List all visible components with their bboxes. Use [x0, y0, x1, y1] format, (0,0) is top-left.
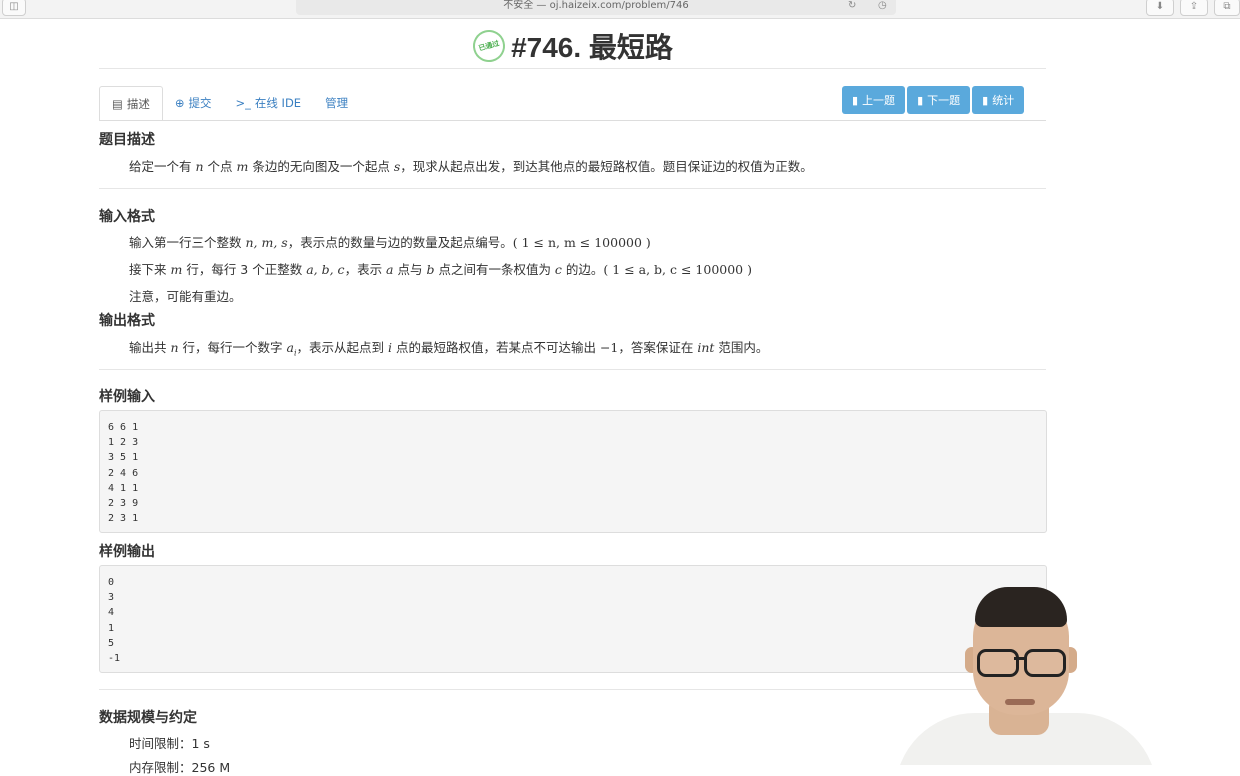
input-line-2: 接下来 m 行，每行 3 个正整数 a, b, c，表示 a 点与 b 点之间有… — [129, 262, 752, 277]
bar-chart-icon: ▮ — [917, 93, 924, 107]
problem-header: 已通过 #746. 最短路 — [0, 26, 1146, 66]
tab-manage[interactable]: 管理 — [313, 86, 360, 119]
presenter-mouth — [1005, 699, 1035, 705]
sidebar-toggle-button[interactable]: ◫ — [2, 0, 26, 16]
webcam-overlay — [885, 585, 1185, 765]
tabs-underline — [99, 120, 1046, 121]
tab-description[interactable]: ▤ 描述 — [99, 86, 163, 121]
download-icon: ⬇ — [1155, 1, 1165, 12]
address-text: 不安全 — oj.haizeix.com/problem/746 — [503, 0, 689, 11]
tabs-overview-button[interactable]: ⧉ — [1214, 0, 1240, 16]
divider — [99, 68, 1046, 69]
history-icon[interactable]: ◷ — [878, 0, 887, 15]
tab-label: 管理 — [325, 95, 349, 110]
input-line-3: 注意，可能有重边。 — [129, 289, 242, 304]
time-limit: 时间限制：1 s — [129, 736, 210, 751]
statistics-button[interactable]: ▮ 统计 — [972, 86, 1025, 114]
sample-input-heading: 样例输入 — [99, 389, 155, 405]
share-button[interactable]: ⇪ — [1180, 0, 1208, 16]
document-icon: ▤ — [112, 96, 123, 111]
sample-input-box[interactable]: 6 6 1 1 2 3 3 5 1 2 4 6 4 1 1 2 3 9 2 3 … — [99, 410, 1047, 533]
terminal-icon: >_ — [235, 95, 251, 110]
glasses-left-lens — [977, 649, 1019, 677]
output-format-heading: 输出格式 — [99, 313, 155, 329]
address-bar[interactable]: 不安全 — oj.haizeix.com/problem/746 ↻ ◷ — [296, 0, 896, 15]
sample-output-heading: 样例输出 — [99, 544, 155, 560]
memory-limit: 内存限制：256 M — [129, 760, 231, 775]
reload-icon[interactable]: ↻ — [848, 0, 856, 15]
tab-online-ide[interactable]: >_ 在线 IDE — [224, 86, 314, 119]
browser-toolbar: ◫ 不安全 — oj.haizeix.com/problem/746 ↻ ◷ ⬇… — [0, 0, 1240, 19]
glasses-bridge — [1014, 657, 1026, 660]
tab-submit[interactable]: ⊕ 提交 — [163, 86, 224, 119]
input-format-heading: 输入格式 — [99, 209, 155, 225]
presenter-hair — [975, 587, 1067, 627]
upload-icon: ⊕ — [174, 95, 185, 110]
accepted-stamp-icon: 已通过 — [469, 26, 509, 66]
divider — [99, 369, 1046, 370]
input-line-1: 输入第一行三个整数 n, m, s，表示点的数量与边的数量及起点编号。( 1 ≤… — [129, 235, 651, 250]
glasses-right-lens — [1024, 649, 1066, 677]
problem-tabs: ▤ 描述 ⊕ 提交 >_ 在线 IDE 管理 — [99, 86, 360, 121]
download-button[interactable]: ⬇ — [1146, 0, 1174, 16]
divider — [99, 188, 1046, 189]
tab-label: 在线 IDE — [254, 95, 302, 110]
prev-problem-button[interactable]: ▮ 上一题 — [842, 86, 906, 114]
problem-nav-buttons: ▮ 上一题 ▮ 下一题 ▮ 统计 — [842, 86, 1025, 114]
sample-input-code: 6 6 1 1 2 3 3 5 1 2 4 6 4 1 1 2 3 9 2 3 … — [108, 422, 139, 525]
output-text: 输出共 n 行，每行一个数字 ai，表示从起点到 i 点的最短路权值，若某点不可… — [129, 340, 769, 358]
tab-label: 提交 — [188, 95, 212, 110]
description-heading: 题目描述 — [99, 132, 155, 148]
problem-title: #746. 最短路 — [511, 32, 673, 63]
bar-chart-icon: ▮ — [982, 93, 989, 107]
tab-label: 描述 — [126, 96, 150, 111]
page-title: 已通过 #746. 最短路 — [469, 26, 673, 66]
bar-chart-icon: ▮ — [852, 93, 859, 107]
share-icon: ⇪ — [1189, 1, 1199, 12]
description-text: 给定一个有 n 个点 m 条边的无向图及一个起点 s，现求从起点出发，到达其他点… — [129, 159, 813, 174]
tabs-icon: ⧉ — [1223, 1, 1231, 12]
limits-heading: 数据规模与约定 — [99, 710, 197, 726]
next-problem-button[interactable]: ▮ 下一题 — [907, 86, 971, 114]
sidebar-icon: ◫ — [9, 1, 19, 12]
